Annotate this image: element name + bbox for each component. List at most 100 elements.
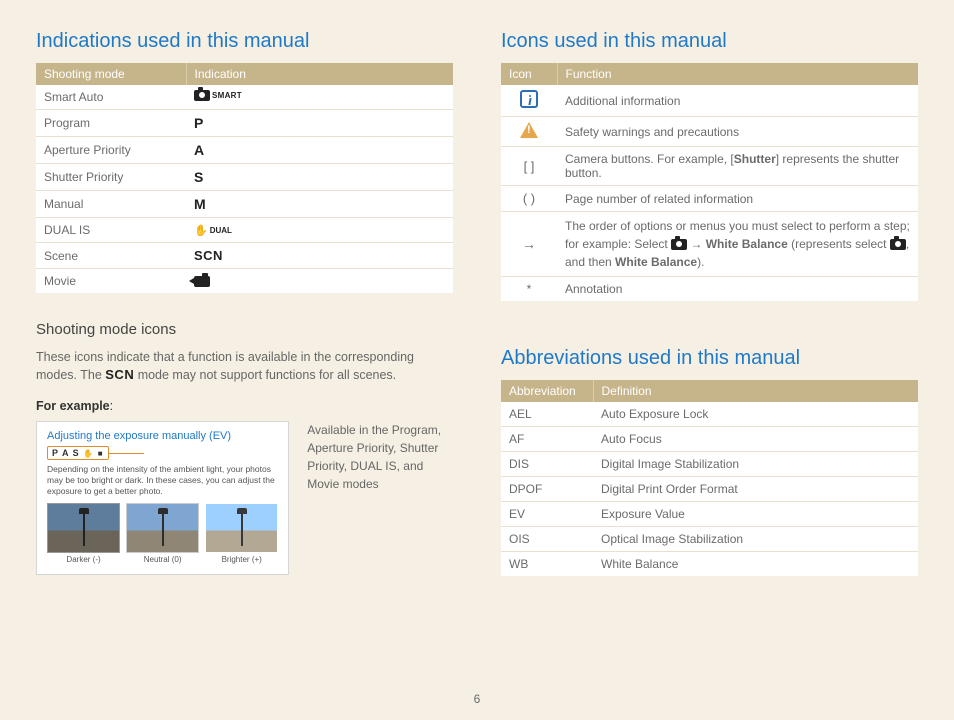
for-example-label: For example: [36,399,453,413]
info-icon [520,90,538,108]
example-caption: Available in the Program, Aperture Prior… [307,421,453,493]
indications-table: Shooting mode Indication Smart Auto SMAR… [36,63,453,293]
s-mode-icon: S [194,169,203,185]
icon-cell: → [501,212,557,277]
definition-cell: Exposure Value [593,502,918,527]
abbreviations-table: Abbreviation Definition AELAuto Exposure… [501,380,918,576]
function-cell: Additional information [557,85,918,117]
shooting-mode-icons-heading: Shooting mode icons [36,321,453,338]
th-icon: Icon [501,63,557,85]
table-row: Manual M [36,191,453,218]
function-cell: Safety warnings and precautions [557,117,918,147]
table-row: * Annotation [501,277,918,302]
mode-cell: Aperture Priority [36,137,186,164]
icons-table: Icon Function Additional information Saf… [501,63,918,301]
table-row: → The order of options or menus you must… [501,212,918,277]
scn-mode-icon: SCN [194,248,223,263]
th-definition: Definition [593,380,918,402]
indications-heading: Indications used in this manual [36,30,453,53]
th-function: Function [557,63,918,85]
mode-cell: Smart Auto [36,85,186,110]
function-cell: Annotation [557,277,918,302]
right-column: Icons used in this manual Icon Function … [501,30,918,576]
table-row: Scene SCN [36,243,453,269]
thumb-label: Darker (-) [47,555,120,564]
table-row: ( ) Page number of related information [501,186,918,212]
table-row: Additional information [501,85,918,117]
camera-icon [890,239,906,250]
definition-cell: Digital Image Stabilization [593,452,918,477]
indication-cell [186,269,453,294]
th-indication: Indication [186,63,453,85]
table-row: AELAuto Exposure Lock [501,402,918,427]
definition-cell: Auto Exposure Lock [593,402,918,427]
thumb-label: Neutral (0) [126,555,199,564]
table-row: DISDigital Image Stabilization [501,452,918,477]
function-cell: Camera buttons. For example, [Shutter] r… [557,147,918,186]
abbr-cell: AEL [501,402,593,427]
mode-cell: Movie [36,269,186,294]
indication-cell: SCN [186,243,453,269]
mode-strip: P A S ✋ ■ [47,446,109,460]
definition-cell: Optical Image Stabilization [593,527,918,552]
bold-span: White Balance [706,237,788,251]
definition-cell: Auto Focus [593,427,918,452]
body-post: mode may not support functions for all s… [134,368,396,382]
abbr-cell: DIS [501,452,593,477]
mode-cell: Manual [36,191,186,218]
thumb-brighter: Brighter (+) [205,503,278,564]
text-span: (represents select [788,237,890,251]
smart-auto-icon: SMART [194,90,242,101]
text-span: Camera buttons. For example, [ [565,152,734,166]
icon-cell [501,117,557,147]
table-row: AFAuto Focus [501,427,918,452]
table-row: Aperture Priority A [36,137,453,164]
icon-cell: ( ) [501,186,557,212]
abbr-cell: EV [501,502,593,527]
table-row: WBWhite Balance [501,552,918,577]
thumb-neutral: Neutral (0) [126,503,199,564]
table-row: Safety warnings and precautions [501,117,918,147]
thumb-darker: Darker (-) [47,503,120,564]
warning-icon [520,122,538,138]
example-wrap: Adjusting the exposure manually (EV) P A… [36,421,453,575]
abbr-cell: OIS [501,527,593,552]
mode-cell: Shutter Priority [36,164,186,191]
table-row: EVExposure Value [501,502,918,527]
icon-cell: [ ] [501,147,557,186]
table-row: [ ] Camera buttons. For example, [Shutte… [501,147,918,186]
movie-mode-icon [194,276,210,287]
m-mode-icon: M [194,196,206,212]
example-title: Adjusting the exposure manually (EV) [47,430,278,442]
thumb-label: Brighter (+) [205,555,278,564]
function-cell: The order of options or menus you must s… [557,212,918,277]
page-number: 6 [474,692,481,706]
text-span: ). [697,255,704,269]
mode-cell: Scene [36,243,186,269]
inline-scn-icon: SCN [105,367,134,382]
indication-cell: P [186,110,453,137]
table-row: Shutter Priority S [36,164,453,191]
abbr-cell: AF [501,427,593,452]
definition-cell: Digital Print Order Format [593,477,918,502]
a-mode-icon: A [194,142,204,158]
table-row: Movie [36,269,453,294]
mode-cell: Program [36,110,186,137]
thumbs: Darker (-) Neutral (0) Brighter (+) [47,503,278,564]
table-row: DUAL IS ✋DUAL [36,218,453,243]
left-column: Indications used in this manual Shooting… [36,30,453,576]
example-box: Adjusting the exposure manually (EV) P A… [36,421,289,575]
example-desc: Depending on the intensity of the ambien… [47,464,278,497]
indication-cell: SMART [186,85,453,110]
table-row: DPOFDigital Print Order Format [501,477,918,502]
abbr-cell: WB [501,552,593,577]
icons-heading: Icons used in this manual [501,30,918,53]
function-cell: Page number of related information [557,186,918,212]
indication-cell: M [186,191,453,218]
indication-cell: A [186,137,453,164]
camera-icon [671,239,687,250]
mode-cell: DUAL IS [36,218,186,243]
abbreviations-heading: Abbreviations used in this manual [501,347,918,370]
indication-cell: S [186,164,453,191]
th-abbr: Abbreviation [501,380,593,402]
